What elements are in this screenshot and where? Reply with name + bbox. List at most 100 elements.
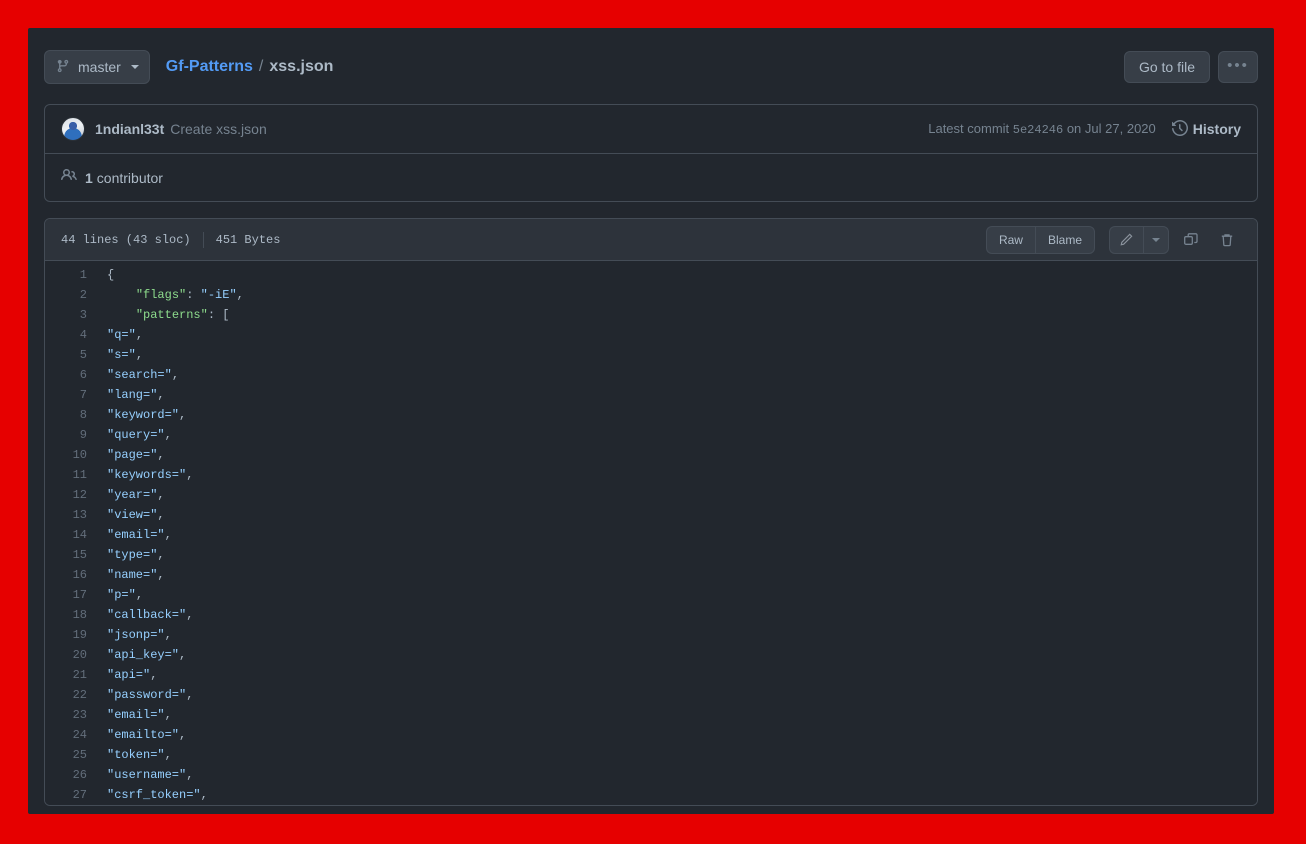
contributors-row[interactable]: 1 contributor xyxy=(45,153,1257,201)
breadcrumb-repo-link[interactable]: Gf-Patterns xyxy=(166,58,253,76)
code-line: 12 "year=", xyxy=(45,485,1257,505)
line-content: "view=", xyxy=(107,508,165,522)
line-content: { xyxy=(107,268,115,282)
line-number[interactable]: 17 xyxy=(45,585,97,605)
breadcrumb-file-name: xss.json xyxy=(269,58,334,75)
line-number[interactable]: 4 xyxy=(45,325,97,345)
edit-button-group xyxy=(1109,225,1169,254)
raw-button[interactable]: Raw xyxy=(985,225,1035,254)
branch-selector-button[interactable]: master xyxy=(44,50,150,84)
line-number[interactable]: 16 xyxy=(45,565,97,585)
code-line: 6 "search=", xyxy=(45,365,1257,385)
code-line: 25 "token=", xyxy=(45,745,1257,765)
line-number[interactable]: 20 xyxy=(45,645,97,665)
line-number[interactable]: 25 xyxy=(45,745,97,765)
go-to-file-button[interactable]: Go to file xyxy=(1123,51,1210,83)
line-number[interactable]: 19 xyxy=(45,625,97,645)
line-number[interactable]: 10 xyxy=(45,445,97,465)
line-content: "token=", xyxy=(107,748,172,762)
line-number[interactable]: 27 xyxy=(45,785,97,805)
code-line: 20 "api_key=", xyxy=(45,645,1257,665)
line-content: "password=", xyxy=(107,688,194,702)
line-number[interactable]: 9 xyxy=(45,425,97,445)
line-number[interactable]: 6 xyxy=(45,365,97,385)
file-stats: 44 lines (43 sloc) 451 Bytes xyxy=(61,231,280,248)
line-content: "page=", xyxy=(107,448,165,462)
code-line: 18 "callback=", xyxy=(45,605,1257,625)
blame-button[interactable]: Blame xyxy=(1034,225,1095,254)
line-number[interactable]: 3 xyxy=(45,305,97,325)
commit-message-link[interactable]: Create xss.json xyxy=(170,121,266,137)
delete-button[interactable] xyxy=(1213,226,1241,254)
code-line: 22 "password=", xyxy=(45,685,1257,705)
file-toolbar: 44 lines (43 sloc) 451 Bytes Raw Blame xyxy=(45,219,1257,261)
code-line: 1{ xyxy=(45,265,1257,285)
file-lines-info: 44 lines (43 sloc) xyxy=(61,232,191,247)
code-line: 5 "s=", xyxy=(45,345,1257,365)
edit-dropdown-button[interactable] xyxy=(1143,225,1169,254)
line-number[interactable]: 23 xyxy=(45,705,97,725)
line-number[interactable]: 7 xyxy=(45,385,97,405)
commit-sha-link[interactable]: 5e24246 xyxy=(1013,123,1063,137)
line-content: "search=", xyxy=(107,368,180,382)
file-actions: Raw Blame xyxy=(985,225,1241,254)
line-number[interactable]: 11 xyxy=(45,465,97,485)
history-link[interactable]: History xyxy=(1171,119,1241,139)
line-number[interactable]: 24 xyxy=(45,725,97,745)
latest-commit-row: 1ndianl33t Create xss.json Latest commit… xyxy=(45,105,1257,153)
line-content: "api_key=", xyxy=(107,648,187,662)
line-number[interactable]: 21 xyxy=(45,665,97,685)
breadcrumb: Gf-Patterns / xss.json xyxy=(166,58,334,76)
code-line: 24 "emailto=", xyxy=(45,725,1257,745)
commit-date: Jul 27, 2020 xyxy=(1084,121,1156,136)
line-number[interactable]: 14 xyxy=(45,525,97,545)
line-content: "keyword=", xyxy=(107,408,187,422)
latest-commit-info: Latest commit 5e24246 on Jul 27, 2020 xyxy=(928,121,1156,137)
line-number[interactable]: 15 xyxy=(45,545,97,565)
edit-file-button[interactable] xyxy=(1109,225,1143,254)
code-line: 26 "username=", xyxy=(45,765,1257,785)
line-number[interactable]: 2 xyxy=(45,285,97,305)
line-content: "emailto=", xyxy=(107,728,187,742)
stats-divider xyxy=(202,231,204,248)
line-number[interactable]: 13 xyxy=(45,505,97,525)
code-line: 10 "page=", xyxy=(45,445,1257,465)
code-line: 7 "lang=", xyxy=(45,385,1257,405)
github-page: master Gf-Patterns / xss.json Go to file… xyxy=(28,28,1274,814)
line-content: "lang=", xyxy=(107,388,165,402)
code-line: 2 "flags": "-iE", xyxy=(45,285,1257,305)
line-number[interactable]: 1 xyxy=(45,265,97,285)
contributor-count: 1 xyxy=(85,169,93,186)
copy-button[interactable] xyxy=(1177,226,1205,254)
code-line: 3 "patterns": [ xyxy=(45,305,1257,325)
contributor-label: contributor xyxy=(96,169,163,186)
code-line: 13 "view=", xyxy=(45,505,1257,525)
line-content: "jsonp=", xyxy=(107,628,172,642)
branch-name-label: master xyxy=(78,59,121,75)
avatar[interactable] xyxy=(61,117,85,141)
history-label: History xyxy=(1192,121,1241,137)
people-icon xyxy=(61,167,77,188)
breadcrumb-separator: / xyxy=(258,58,264,75)
code-line: 4 "q=", xyxy=(45,325,1257,345)
line-number[interactable]: 26 xyxy=(45,765,97,785)
view-mode-group: Raw Blame xyxy=(985,225,1095,254)
line-number[interactable]: 5 xyxy=(45,345,97,365)
code-line: 19 "jsonp=", xyxy=(45,625,1257,645)
line-number[interactable]: 18 xyxy=(45,605,97,625)
line-number[interactable]: 12 xyxy=(45,485,97,505)
red-highlight-frame: master Gf-Patterns / xss.json Go to file… xyxy=(0,0,1306,844)
commit-meta: Latest commit 5e24246 on Jul 27, 2020 Hi… xyxy=(928,119,1241,139)
line-content: "csrf_token=", xyxy=(107,788,208,802)
commit-author-link[interactable]: 1ndianl33t xyxy=(95,121,164,137)
code-viewer[interactable]: 1{2 "flags": "-iE", 3 "patterns": [4 "q=",… xyxy=(45,261,1257,805)
latest-commit-prefix: Latest commit xyxy=(928,121,1010,136)
code-line: 23 "email=", xyxy=(45,705,1257,725)
code-line: 9 "query=", xyxy=(45,425,1257,445)
line-number[interactable]: 8 xyxy=(45,405,97,425)
commit-date-preposition: on xyxy=(1066,121,1082,136)
line-content: "email=", xyxy=(107,708,172,722)
more-options-button[interactable]: ••• xyxy=(1218,51,1258,83)
line-number[interactable]: 22 xyxy=(45,685,97,705)
line-content: "username=", xyxy=(107,768,194,782)
